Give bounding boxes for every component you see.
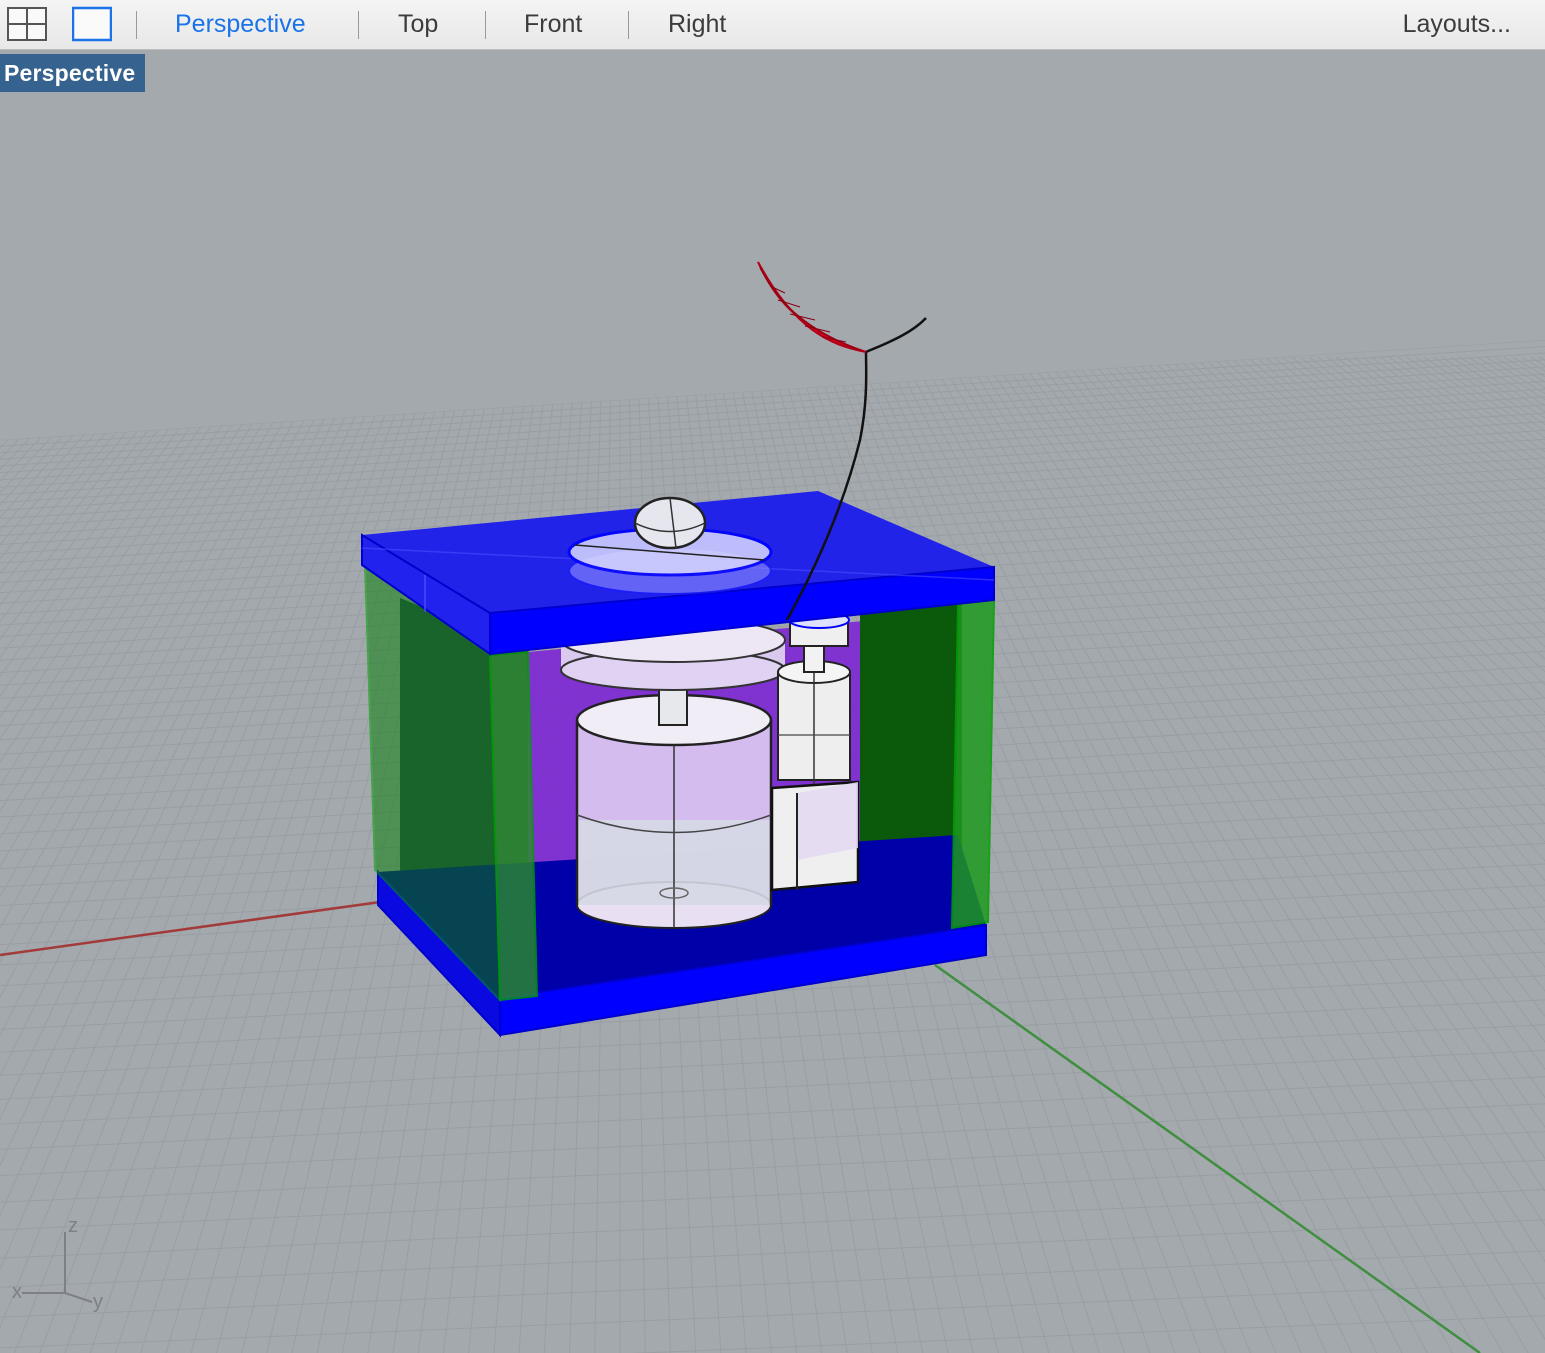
tab-separator — [136, 11, 137, 39]
leaf-surface — [757, 261, 867, 353]
tab-separator — [358, 11, 359, 39]
layouts-button[interactable]: Layouts... — [1403, 0, 1511, 49]
tab-perspective[interactable]: Perspective — [175, 0, 306, 49]
tab-right[interactable]: Right — [668, 0, 726, 49]
tab-separator — [485, 11, 486, 39]
viewport-tab-bar: Perspective Top Front Right Layouts... — [0, 0, 1545, 50]
knob — [633, 496, 707, 550]
tab-front[interactable]: Front — [524, 0, 582, 49]
motor-box — [770, 780, 860, 892]
axis-y-label: y — [93, 1291, 103, 1313]
axis-z-label: z — [68, 1215, 78, 1237]
tab-top[interactable]: Top — [398, 0, 438, 49]
viewport-title-label[interactable]: Perspective — [0, 54, 146, 92]
four-viewports-icon[interactable] — [7, 6, 47, 42]
perspective-viewport[interactable]: z x y Perspective — [0, 50, 1545, 1353]
main-cylinder — [575, 693, 773, 929]
viewport-canvas[interactable]: z x y — [0, 50, 1545, 1353]
single-viewport-icon[interactable] — [72, 6, 112, 42]
enclosure-model — [361, 261, 996, 1038]
right-green-panel — [950, 598, 996, 930]
axis-x-label: x — [12, 1281, 22, 1303]
tab-separator — [628, 11, 629, 39]
